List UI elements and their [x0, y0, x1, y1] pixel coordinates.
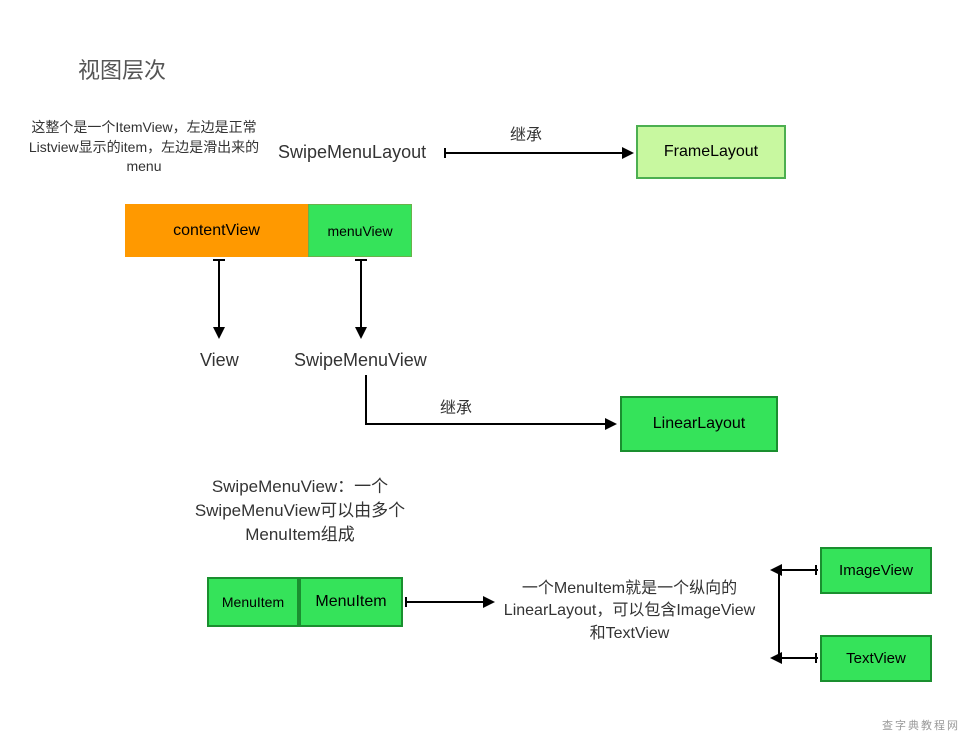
arrow-iv-line — [780, 569, 818, 571]
arrow-smv-head — [605, 418, 617, 430]
linearlayout-box: LinearLayout — [620, 396, 778, 452]
arrow-cv-tail — [213, 259, 225, 261]
textview-box: TextView — [820, 635, 932, 682]
imageview-label: ImageView — [839, 562, 913, 579]
arrow-sml-tail — [444, 148, 446, 158]
swipemenuview-desc: SwipeMenuView：一个SwipeMenuView可以由多个MenuIt… — [170, 475, 430, 546]
swipemenuview-label: SwipeMenuView — [294, 348, 427, 373]
arrow-iv-tail — [815, 565, 817, 575]
arrow-mi-to-desc — [405, 601, 485, 603]
arrow-tv-tail — [815, 653, 817, 663]
arrow-iv-head — [770, 564, 782, 576]
arrow-tv-head — [770, 652, 782, 664]
menuitem-label-1: MenuItem — [222, 594, 284, 610]
menuitem-label-2: MenuItem — [315, 593, 386, 611]
inherit-label-1: 继承 — [510, 125, 542, 147]
framelayout-label: FrameLayout — [664, 143, 758, 161]
menuview-label: menuView — [327, 223, 392, 239]
arrow-mv-to-smv — [360, 259, 362, 329]
arrow-cv-to-view — [218, 259, 220, 329]
menuitem-box-1: MenuItem — [207, 577, 299, 627]
arrow-cv-head — [213, 327, 225, 339]
arrow-mv-tail — [355, 259, 367, 261]
menuitem-desc: 一个MenuItem就是一个纵向的LinearLayout，可以包含ImageV… — [497, 578, 762, 645]
diagram-title: 视图层次 — [78, 56, 166, 87]
arrow-iv-tv-join — [778, 569, 780, 659]
contentview-box: contentView — [125, 204, 308, 257]
contentview-label: contentView — [173, 222, 260, 240]
arrow-sml-head — [622, 147, 634, 159]
view-label: View — [200, 348, 239, 373]
arrow-mi-head — [483, 596, 495, 608]
textview-label: TextView — [846, 650, 906, 667]
arrow-mv-head — [355, 327, 367, 339]
arrow-tv-line — [780, 657, 818, 659]
arrow-mi-tail — [405, 597, 407, 607]
framelayout-box: FrameLayout — [636, 125, 786, 179]
arrow-sml-to-frame — [444, 152, 624, 154]
linearlayout-label: LinearLayout — [653, 415, 746, 433]
watermark: 查字典教程网 — [882, 717, 960, 733]
menuview-box: menuView — [308, 204, 412, 257]
menuitem-box-2: MenuItem — [299, 577, 403, 627]
inherit-label-2: 继承 — [440, 398, 472, 420]
arrow-smv-horiz — [365, 423, 607, 425]
arrow-smv-vert — [365, 375, 367, 425]
imageview-box: ImageView — [820, 547, 932, 594]
itemview-note: 这整个是一个ItemView，左边是正常Listview显示的item，左边是滑… — [25, 118, 263, 177]
swipemenulayout-label: SwipeMenuLayout — [278, 140, 426, 165]
